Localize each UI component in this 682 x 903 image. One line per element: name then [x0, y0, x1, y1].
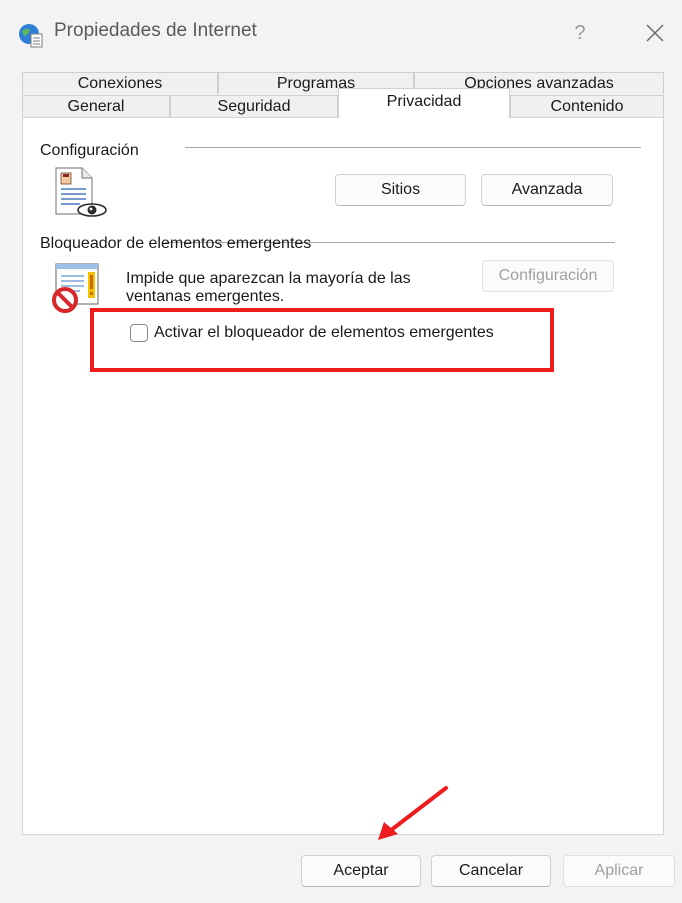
- popup-description-line2: ventanas emergentes.: [126, 288, 285, 305]
- cancel-button[interactable]: Cancelar: [431, 855, 551, 887]
- popup-blocker-checkbox[interactable]: [130, 324, 148, 342]
- annotation-arrow-icon: [378, 786, 448, 840]
- settings-group-label: Configuración: [40, 142, 145, 160]
- window-title: Propiedades de Internet: [54, 20, 257, 41]
- globe-document-icon: [19, 24, 43, 48]
- help-button[interactable]: ?: [565, 18, 595, 48]
- tab-contenido[interactable]: Contenido: [510, 95, 664, 117]
- advanced-button[interactable]: Avanzada: [481, 174, 613, 206]
- popup-blocked-icon: [52, 263, 99, 313]
- internet-properties-window: Propiedades de Internet ? Conexiones Pro…: [0, 0, 682, 903]
- ok-button[interactable]: Aceptar: [301, 855, 421, 887]
- sites-button[interactable]: Sitios: [335, 174, 466, 206]
- tab-general[interactable]: General: [22, 95, 170, 117]
- privacy-document-eye-icon: [55, 167, 107, 217]
- apply-button[interactable]: Aplicar: [563, 855, 675, 887]
- tab-seguridad[interactable]: Seguridad: [170, 95, 338, 117]
- settings-group-divider: [185, 147, 641, 148]
- popup-settings-button[interactable]: Configuración: [482, 260, 614, 292]
- privacy-tab-panel: [22, 117, 664, 835]
- tab-privacidad[interactable]: Privacidad: [338, 88, 510, 118]
- popup-group-label: Bloqueador de elementos emergentes: [40, 235, 312, 252]
- popup-description-line1: Impide que aparezcan la mayoría de las: [126, 270, 411, 287]
- tab-conexiones[interactable]: Conexiones: [22, 72, 218, 94]
- popup-blocker-checkbox-label[interactable]: Activar el bloqueador de elementos emerg…: [154, 324, 494, 342]
- close-icon[interactable]: [640, 18, 670, 48]
- title-bar: Propiedades de Internet ?: [0, 0, 682, 62]
